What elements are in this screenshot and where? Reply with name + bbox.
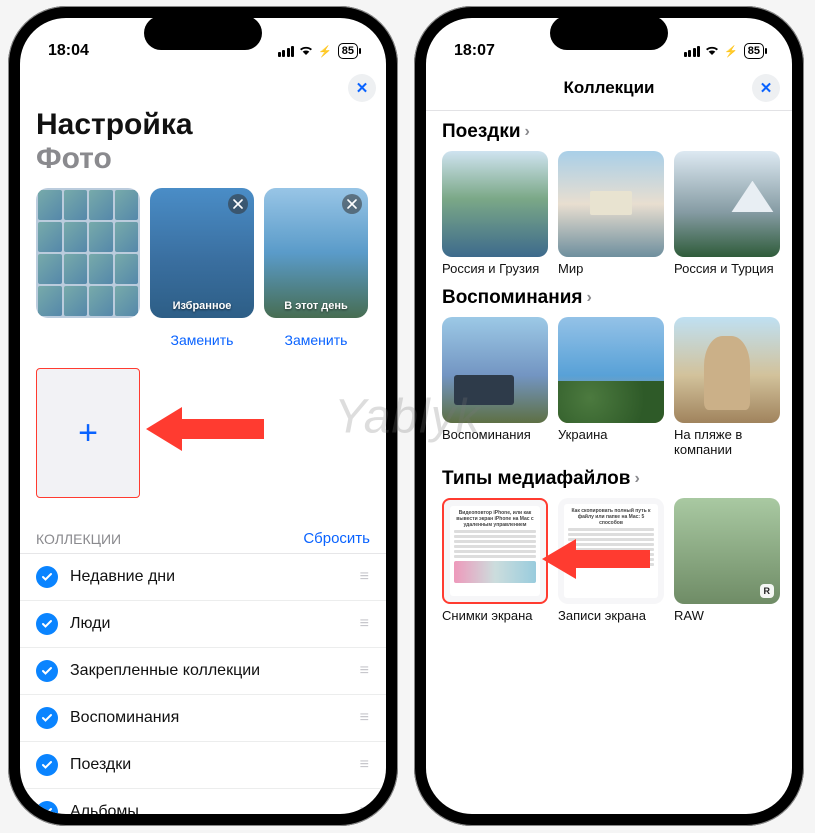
replace-button[interactable]: Заменить: [264, 326, 368, 354]
tile-label: На пляже в компании: [674, 423, 780, 458]
phone-left: 18:04 ⚡ 85 ✕ Настройка Фото Избранное: [8, 6, 398, 826]
checkmark-icon[interactable]: [36, 566, 58, 588]
collection-list-item[interactable]: Альбомы ≡: [20, 789, 386, 814]
library-tile[interactable]: [36, 188, 140, 318]
section-media-types[interactable]: Типы медиафайлов ›: [426, 458, 792, 498]
drag-handle-icon[interactable]: ≡: [360, 662, 370, 680]
collections-section-header: КОЛЛЕКЦИИ Сбросить: [20, 498, 386, 554]
tutorial-arrow-icon: [542, 536, 652, 582]
checkmark-icon[interactable]: [36, 801, 58, 814]
section-label: Поездки: [442, 121, 521, 143]
section-label: Типы медиафайлов: [442, 468, 630, 490]
wifi-icon: [704, 42, 720, 60]
collection-list-item[interactable]: Поездки ≡: [20, 742, 386, 789]
battery-level: 85: [744, 43, 764, 59]
screen-left: 18:04 ⚡ 85 ✕ Настройка Фото Избранное: [20, 18, 386, 814]
media-row: Видеоповтор iPhone, или как вывести экра…: [426, 498, 792, 624]
raw-badge: R: [760, 584, 775, 598]
battery-level: 85: [338, 43, 358, 59]
drag-handle-icon[interactable]: ≡: [360, 803, 370, 814]
on-this-day-tile[interactable]: В этот день: [264, 188, 368, 318]
charge-icon: ⚡: [318, 45, 332, 58]
chevron-right-icon: ›: [587, 289, 592, 307]
checkmark-icon[interactable]: [36, 754, 58, 776]
drag-handle-icon[interactable]: ≡: [360, 615, 370, 633]
list-item-label: Воспоминания: [70, 709, 179, 727]
navbar: Коллекции ✕: [426, 70, 792, 111]
tutorial-arrow-icon: [146, 404, 266, 454]
page-subtitle: Фото: [20, 142, 386, 188]
dynamic-island: [144, 16, 262, 50]
list-item-label: Поездки: [70, 756, 131, 774]
checkmark-icon[interactable]: [36, 613, 58, 635]
memories-row: Воспоминания Украина На пляже в компании: [426, 317, 792, 458]
status-time: 18:07: [454, 42, 495, 60]
section-memories[interactable]: Воспоминания ›: [426, 277, 792, 317]
pinned-tiles-row: Избранное В этот день: [20, 188, 386, 318]
list-item-label: Альбомы: [70, 803, 139, 814]
collection-tile-screenshots[interactable]: Видеоповтор iPhone, или как вывести экра…: [442, 498, 548, 624]
status-right: ⚡ 85: [684, 42, 764, 60]
collection-tile[interactable]: На пляже в компании: [674, 317, 780, 458]
add-tile-button[interactable]: +: [36, 368, 140, 498]
tile-label: Записи экрана: [558, 604, 664, 624]
signal-icon: [278, 46, 295, 57]
tile-label: Россия и Грузия: [442, 257, 548, 277]
drag-handle-icon[interactable]: ≡: [360, 568, 370, 586]
remove-tile-button[interactable]: [342, 194, 362, 214]
reset-button[interactable]: Сбросить: [303, 530, 370, 547]
tile-label: Снимки экрана: [442, 604, 548, 624]
wifi-icon: [298, 42, 314, 60]
tile-label: Россия и Турция: [674, 257, 780, 277]
collection-tile[interactable]: Украина: [558, 317, 664, 458]
drag-handle-icon[interactable]: ≡: [360, 709, 370, 727]
list-item-label: Закрепленные коллекции: [70, 662, 260, 680]
close-button[interactable]: ✕: [348, 74, 376, 102]
screen-right: 18:07 ⚡ 85 Коллекции ✕ Поездки › Россия …: [426, 18, 792, 814]
signal-icon: [684, 46, 701, 57]
tile-label: Избранное: [150, 300, 254, 312]
checkmark-icon[interactable]: [36, 707, 58, 729]
close-button[interactable]: ✕: [752, 74, 780, 102]
status-right: ⚡ 85: [278, 42, 358, 60]
section-trips[interactable]: Поездки ›: [426, 111, 792, 151]
favorites-tile[interactable]: Избранное: [150, 188, 254, 318]
chevron-right-icon: ›: [634, 470, 639, 488]
tile-label: Мир: [558, 257, 664, 277]
page-title: Настройка: [20, 108, 386, 142]
replace-button[interactable]: Заменить: [150, 326, 254, 354]
drag-handle-icon[interactable]: ≡: [360, 756, 370, 774]
collection-list-item[interactable]: Люди ≡: [20, 601, 386, 648]
remove-tile-button[interactable]: [228, 194, 248, 214]
tile-label: Украина: [558, 423, 664, 443]
tile-label: В этот день: [264, 300, 368, 312]
dynamic-island: [550, 16, 668, 50]
charge-icon: ⚡: [724, 45, 738, 58]
collection-tile[interactable]: Россия и Грузия: [442, 151, 548, 277]
phone-right: 18:07 ⚡ 85 Коллекции ✕ Поездки › Россия …: [414, 6, 804, 826]
tile-label: RAW: [674, 604, 780, 624]
list-item-label: Недавние дни: [70, 568, 175, 586]
checkmark-icon[interactable]: [36, 660, 58, 682]
list-item-label: Люди: [70, 615, 110, 633]
collection-list-item[interactable]: Воспоминания ≡: [20, 695, 386, 742]
collection-tile[interactable]: Мир: [558, 151, 664, 277]
trips-row: Россия и Грузия Мир Россия и Турция: [426, 151, 792, 277]
collection-list-item[interactable]: Закрепленные коллекции ≡: [20, 648, 386, 695]
collection-list-item[interactable]: Недавние дни ≡: [20, 554, 386, 601]
collection-tile-raw[interactable]: R RAW: [674, 498, 780, 624]
nav-title: Коллекции: [563, 78, 654, 98]
status-time: 18:04: [48, 42, 89, 60]
collections-header-label: КОЛЛЕКЦИИ: [36, 531, 121, 547]
collection-tile[interactable]: Воспоминания: [442, 317, 548, 458]
tile-label: Воспоминания: [442, 423, 548, 443]
collection-tile[interactable]: Россия и Турция: [674, 151, 780, 277]
section-label: Воспоминания: [442, 287, 583, 309]
chevron-right-icon: ›: [525, 123, 530, 141]
replace-row: Заменить Заменить: [20, 318, 386, 354]
